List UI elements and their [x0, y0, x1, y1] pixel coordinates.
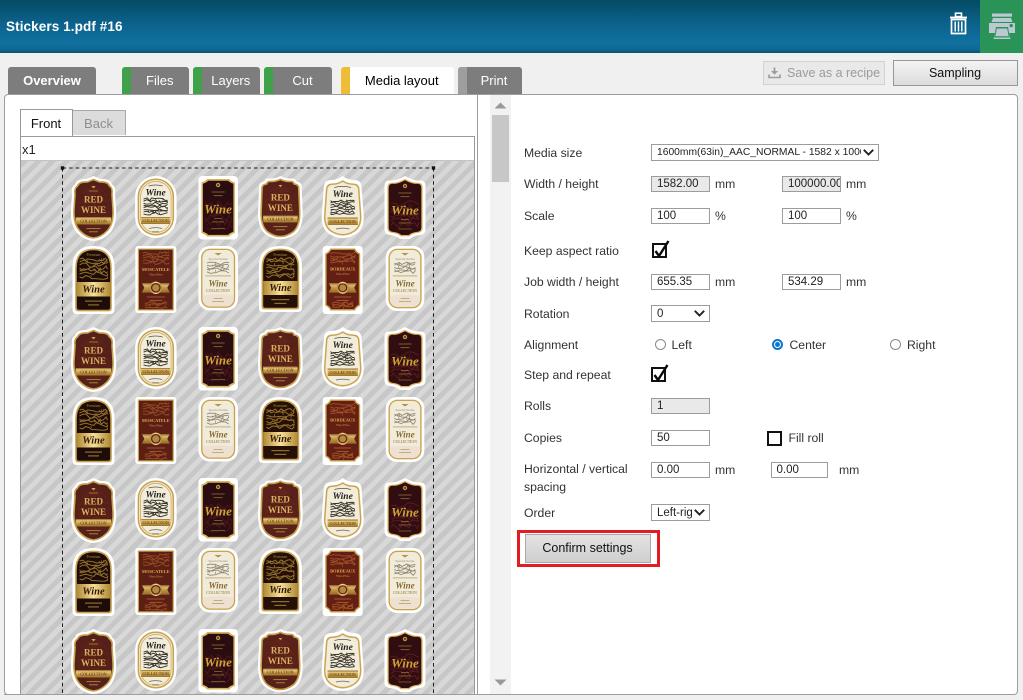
svg-text:Premium: Premium: [86, 404, 100, 408]
svg-text:Vino Fino: Vino Fino: [335, 423, 349, 427]
svg-text:Wine: Wine: [269, 584, 292, 595]
svg-text:COLLECTION: COLLECTION: [393, 591, 417, 595]
svg-text:Wine: Wine: [82, 435, 105, 446]
svg-text:COLLECTION: COLLECTION: [142, 369, 168, 374]
svg-text:Wine: Wine: [332, 643, 353, 653]
svg-text:Vino Fino: Vino Fino: [335, 272, 349, 276]
svg-text:COLLECTION: COLLECTION: [206, 289, 230, 293]
svg-text:COLLECTION: COLLECTION: [329, 672, 355, 677]
svg-text:Vino Fino: Vino Fino: [335, 574, 349, 578]
svg-text:Wine: Wine: [332, 341, 353, 351]
svg-text:Wine: Wine: [204, 352, 232, 367]
svg-text:COLLECTION: COLLECTION: [267, 669, 293, 674]
svg-text:Wine: Wine: [391, 655, 419, 670]
svg-text:BORDEAUX: BORDEAUX: [330, 568, 356, 573]
svg-text:Premium: Premium: [86, 253, 100, 257]
svg-text:Wine: Wine: [82, 586, 105, 597]
svg-text:Premium: Premium: [273, 253, 287, 257]
svg-text:COLLECTION: COLLECTION: [80, 671, 106, 676]
svg-text:Vino Fino: Vino Fino: [148, 574, 162, 578]
svg-text:BORDEAUX: BORDEAUX: [330, 266, 356, 271]
svg-text:Special Series: Special Series: [395, 257, 415, 261]
svg-text:Wine: Wine: [145, 339, 166, 349]
svg-text:WINE: WINE: [80, 205, 105, 215]
svg-text:Special Series: Special Series: [395, 559, 415, 563]
svg-text:Premium: Premium: [273, 555, 287, 559]
svg-text:COLLECTION: COLLECTION: [206, 591, 230, 595]
svg-text:COLLECTION: COLLECTION: [329, 521, 355, 526]
svg-text:MOSCATELE: MOSCATELE: [141, 267, 169, 272]
svg-text:COLLECTION: COLLECTION: [142, 218, 168, 223]
svg-text:Wine: Wine: [269, 282, 292, 293]
svg-text:MOSCATELE: MOSCATELE: [141, 569, 169, 574]
svg-text:WINE: WINE: [267, 354, 292, 364]
svg-text:Wine: Wine: [204, 201, 232, 216]
svg-text:WINE: WINE: [267, 203, 292, 213]
svg-text:COLLECTION: COLLECTION: [206, 440, 230, 444]
svg-text:RED: RED: [270, 494, 290, 504]
svg-text:RED: RED: [270, 192, 290, 202]
svg-text:WINE: WINE: [80, 658, 105, 668]
svg-text:COLLECTION: COLLECTION: [80, 369, 106, 374]
svg-text:Wine: Wine: [204, 654, 232, 669]
svg-text:Special Series: Special Series: [395, 408, 415, 412]
svg-text:COLLECTION: COLLECTION: [329, 219, 355, 224]
svg-text:WINE: WINE: [267, 656, 292, 666]
svg-text:Vino Fino: Vino Fino: [148, 272, 162, 276]
svg-text:Wine: Wine: [391, 202, 419, 217]
svg-text:COLLECTION: COLLECTION: [267, 518, 293, 523]
svg-text:COLLECTION: COLLECTION: [142, 520, 168, 525]
svg-text:Wine: Wine: [395, 580, 414, 590]
svg-text:Wine: Wine: [208, 580, 227, 590]
svg-text:BORDEAUX: BORDEAUX: [330, 417, 356, 422]
svg-text:Premium: Premium: [86, 555, 100, 559]
svg-text:Special Series: Special Series: [208, 408, 228, 412]
svg-text:RED: RED: [270, 645, 290, 655]
svg-text:Wine: Wine: [332, 492, 353, 502]
svg-text:COLLECTION: COLLECTION: [142, 671, 168, 676]
svg-text:Wine: Wine: [269, 433, 292, 444]
svg-text:Wine: Wine: [395, 278, 414, 288]
svg-text:Special Series: Special Series: [208, 257, 228, 261]
svg-text:Wine: Wine: [145, 188, 166, 198]
svg-text:RED: RED: [83, 345, 103, 355]
svg-text:Wine: Wine: [332, 190, 353, 200]
svg-text:COLLECTION: COLLECTION: [80, 218, 106, 223]
svg-text:Wine: Wine: [204, 503, 232, 518]
svg-text:RED: RED: [270, 343, 290, 353]
svg-text:RED: RED: [83, 194, 103, 204]
svg-text:COLLECTION: COLLECTION: [80, 520, 106, 525]
svg-text:WINE: WINE: [267, 505, 292, 515]
svg-text:COLLECTION: COLLECTION: [329, 370, 355, 375]
svg-text:Wine: Wine: [82, 284, 105, 295]
svg-text:COLLECTION: COLLECTION: [393, 440, 417, 444]
svg-text:COLLECTION: COLLECTION: [393, 289, 417, 293]
svg-text:Wine: Wine: [208, 429, 227, 439]
svg-text:RED: RED: [83, 496, 103, 506]
svg-text:Wine: Wine: [391, 504, 419, 519]
svg-text:Wine: Wine: [208, 278, 227, 288]
svg-text:Special Series: Special Series: [208, 559, 228, 563]
svg-text:Wine: Wine: [395, 429, 414, 439]
svg-text:Vino Fino: Vino Fino: [148, 423, 162, 427]
svg-text:Wine: Wine: [145, 641, 166, 651]
svg-text:COLLECTION: COLLECTION: [267, 367, 293, 372]
svg-text:Wine: Wine: [391, 353, 419, 368]
svg-text:RED: RED: [83, 647, 103, 657]
svg-text:Wine: Wine: [145, 490, 166, 500]
svg-text:WINE: WINE: [80, 507, 105, 517]
svg-text:Premium: Premium: [273, 404, 287, 408]
svg-text:COLLECTION: COLLECTION: [267, 216, 293, 221]
svg-text:MOSCATELE: MOSCATELE: [141, 418, 169, 423]
svg-text:WINE: WINE: [80, 356, 105, 366]
